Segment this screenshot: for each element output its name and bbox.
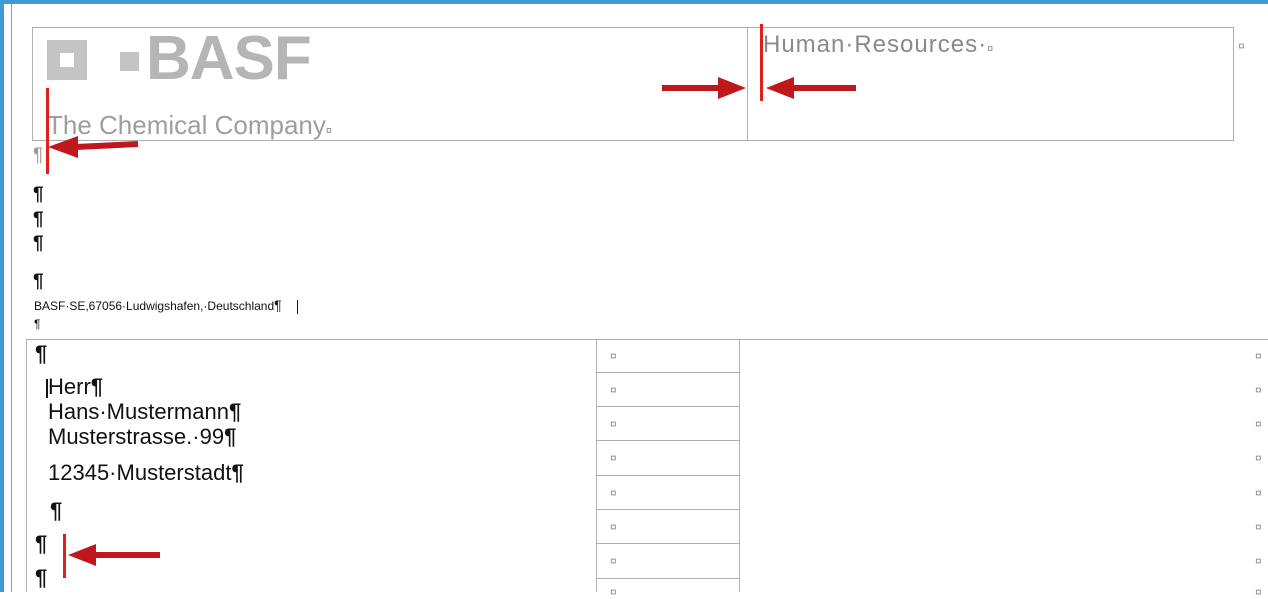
row-divider: [596, 509, 740, 510]
row-divider: [596, 475, 740, 476]
arrow-left-icon: [48, 136, 139, 158]
row-divider: [596, 440, 740, 441]
cell-end-mark: ¤: [987, 43, 995, 55]
address-table-border: [26, 339, 1268, 340]
paragraph-mark[interactable]: ¶: [35, 532, 47, 556]
row-end-mark: ¤: [1255, 451, 1262, 465]
text-cursor-icon: [297, 300, 298, 314]
arrow-right-icon: [662, 77, 746, 99]
paragraph-mark: ¶: [274, 297, 282, 313]
row-end-mark: ¤: [1255, 554, 1262, 568]
paragraph-mark[interactable]: ¶: [33, 272, 44, 292]
cell-end-mark: ¤: [325, 125, 333, 137]
address-line-salutation[interactable]: Herr¶: [48, 375, 103, 399]
sender-line[interactable]: BASF·SE,67056·Ludwigshafen,·Deutschland¶: [34, 298, 282, 313]
address-text[interactable]: Herr: [48, 374, 91, 399]
address-column-divider[interactable]: [739, 339, 740, 592]
address-text[interactable]: Musterstrasse.·99: [48, 424, 224, 449]
paragraph-mark: ¶: [228, 399, 242, 424]
row-end-mark: ¤: [1238, 39, 1245, 53]
page-margin-line: [11, 4, 12, 592]
paragraph-mark: ¶: [224, 424, 237, 449]
address-line-city[interactable]: 12345·Musterstadt¶: [48, 461, 244, 485]
paragraph-mark: ¶: [231, 460, 244, 485]
basf-logo-wordmark: BASF: [146, 24, 312, 93]
arrow-left-icon: [68, 544, 160, 566]
address-line-street[interactable]: Musterstrasse.·99¶: [48, 425, 236, 449]
window-frame-left: [0, 0, 4, 592]
cell-end-mark: ¤: [610, 349, 617, 363]
row-divider: [596, 543, 740, 544]
row-divider: [596, 578, 740, 579]
department-text[interactable]: Human·Resources·: [763, 31, 987, 58]
cell-end-mark: ¤: [610, 383, 617, 397]
row-end-mark: ¤: [1255, 486, 1262, 500]
paragraph-mark: ¶: [90, 374, 104, 399]
row-end-mark: ¤: [1255, 520, 1262, 534]
text-cursor-icon: [46, 88, 49, 174]
cell-end-mark: ¤: [610, 585, 617, 599]
cell-end-mark: ¤: [610, 451, 617, 465]
sender-text[interactable]: BASF·SE,67056·Ludwigshafen,·Deutschland: [34, 299, 274, 313]
cell-end-mark: ¤: [610, 554, 617, 568]
paragraph-mark[interactable]: ¶: [35, 342, 47, 366]
paragraph-mark[interactable]: ¶: [33, 146, 43, 166]
arrow-left-icon: [766, 77, 856, 99]
address-line-name[interactable]: Hans·Mustermann¶: [48, 400, 241, 424]
row-end-mark: ¤: [1255, 383, 1262, 397]
paragraph-mark[interactable]: ¶: [33, 234, 44, 254]
address-text[interactable]: 12345·Musterstadt: [48, 460, 231, 485]
cell-end-mark: ¤: [610, 520, 617, 534]
row-divider: [596, 406, 740, 407]
row-end-mark: ¤: [1255, 349, 1262, 363]
row-divider: [596, 372, 740, 373]
paragraph-mark[interactable]: ¶: [34, 317, 40, 331]
row-end-mark: ¤: [1255, 417, 1262, 431]
cell-end-mark: ¤: [610, 486, 617, 500]
address-table-border: [26, 339, 27, 592]
basf-logo-square-inner: [60, 53, 74, 67]
address-text[interactable]: Hans·Mustermann: [48, 399, 229, 424]
window-frame-top: [0, 0, 1268, 4]
cell-end-mark: ¤: [610, 417, 617, 431]
department-title[interactable]: Human·Resources·¤: [763, 31, 994, 63]
basf-logo-small-square-icon: [120, 52, 139, 71]
paragraph-mark[interactable]: ¶: [33, 185, 44, 205]
paragraph-mark[interactable]: ¶: [50, 499, 62, 523]
text-cursor-icon: [46, 379, 48, 398]
address-column-divider[interactable]: [596, 339, 597, 592]
paragraph-mark[interactable]: ¶: [35, 566, 47, 590]
paragraph-mark[interactable]: ¶: [33, 210, 44, 230]
row-end-mark: ¤: [1255, 585, 1262, 599]
